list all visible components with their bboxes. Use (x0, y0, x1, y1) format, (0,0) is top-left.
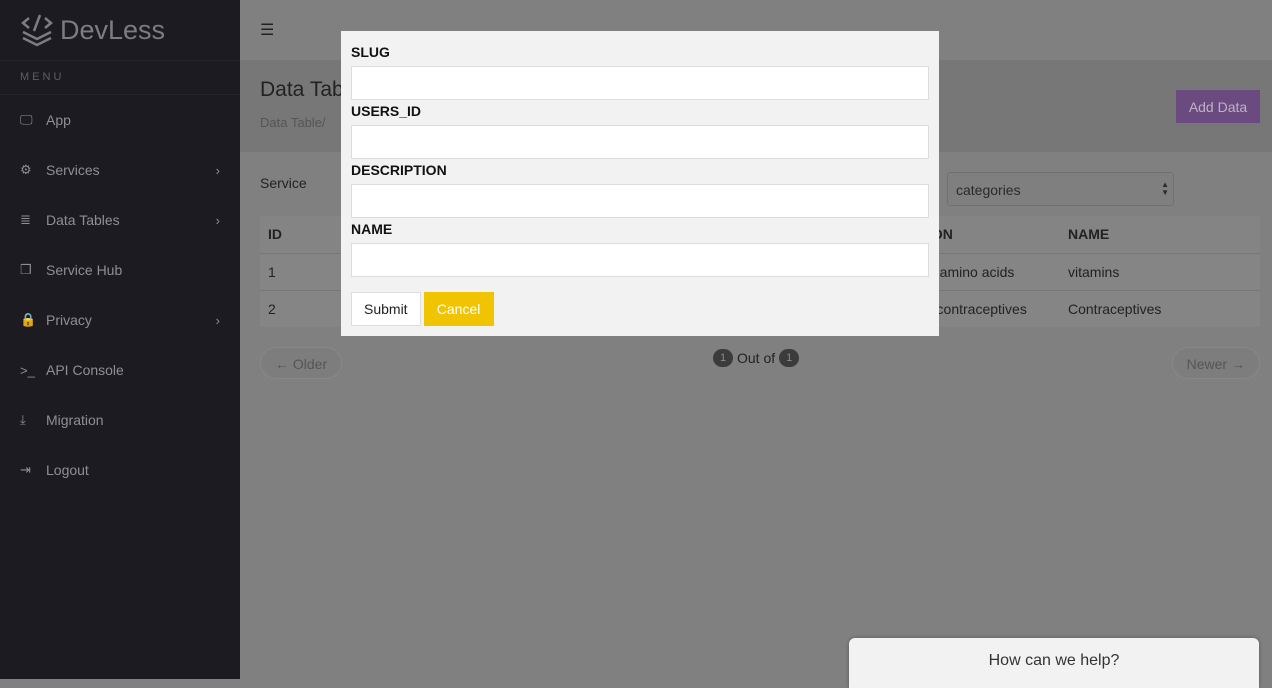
cell: r contraceptives (920, 289, 1060, 327)
out-of-label: Out of (737, 350, 776, 366)
add-data-button[interactable]: Add Data (1176, 90, 1260, 123)
monitor-icon: 🖵 (20, 112, 33, 127)
sidebar-item-label: Migration (46, 412, 104, 428)
cell: Contraceptives (1060, 289, 1260, 327)
field-label: NAME (351, 221, 393, 237)
brand-name: DevLess (60, 14, 166, 45)
users_id-field[interactable] (351, 125, 929, 159)
terminal-icon: >_ (20, 362, 35, 378)
chevron-right-icon: › (215, 212, 220, 228)
sidebar-item-label: App (46, 112, 71, 128)
database-icon: ≣ (20, 212, 31, 227)
sidebar-item-migration[interactable]: ⤓ Migration (0, 395, 240, 445)
sidebar-item-label: Privacy (46, 312, 92, 328)
older-button[interactable]: ← Older (260, 347, 343, 379)
add-data-modal: SLUG USERS_ID DESCRIPTION NAME Submit Cance… (341, 31, 939, 336)
field-label: DESCRIPTION (351, 162, 447, 178)
description-field[interactable] (351, 184, 929, 218)
sidebar-item-label: Logout (46, 462, 89, 478)
pagination-info: 1 Out of 1 (713, 349, 800, 367)
select-arrows-icon: ▲ ▼ (1161, 180, 1169, 197)
table-select[interactable]: categories ▲ ▼ (947, 172, 1174, 206)
help-widget[interactable]: How can we help? (849, 638, 1259, 688)
table-select-value: categories (956, 182, 1021, 198)
sidebar-item-label: Data Tables (46, 212, 120, 228)
breadcrumb[interactable]: Data Table/ (260, 115, 326, 130)
cell: d amino acids (920, 252, 1060, 290)
sidebar-item-api-console[interactable]: >_ API Console (0, 345, 240, 395)
name-field[interactable] (351, 243, 929, 277)
cancel-button[interactable]: Cancel (423, 292, 494, 326)
sidebar-item-app[interactable]: 🖵 App (0, 95, 240, 145)
field-label: SLUG (351, 44, 390, 60)
cubes-icon: ❒ (20, 262, 32, 277)
total-pages-badge: 1 (779, 349, 800, 367)
sidebar-item-label: Service Hub (46, 262, 123, 278)
lock-icon: 🔒 (20, 312, 37, 327)
submit-button[interactable]: Submit (351, 292, 421, 326)
download-icon: ⤓ (20, 412, 26, 427)
menu-toggle-icon[interactable]: ☰ (260, 20, 274, 40)
slug-field[interactable] (351, 66, 929, 100)
sidebar-item-privacy[interactable]: 🔒 Privacy › (0, 295, 240, 345)
service-label: Service (260, 175, 307, 191)
sidebar: DevLess MENU 🖵 App ⚙ Services › ≣ Data Tables ›… (0, 0, 240, 679)
newer-button[interactable]: Newer → (1171, 347, 1260, 379)
devless-logo-icon (21, 14, 53, 47)
menu-heading: MENU (0, 61, 240, 95)
sidebar-item-label: Services (46, 162, 100, 178)
current-page-badge: 1 (713, 349, 733, 367)
cell: vitamins (1060, 252, 1260, 290)
sidebar-item-label: API Console (46, 362, 124, 378)
chevron-right-icon: › (215, 162, 220, 178)
sign-out-icon: ⇥ (20, 462, 31, 477)
col-description: ION (920, 216, 1060, 253)
sidebar-item-service-hub[interactable]: ❒ Service Hub (0, 245, 240, 295)
cogs-icon: ⚙ (20, 162, 32, 177)
sidebar-item-services[interactable]: ⚙ Services › (0, 145, 240, 195)
logo[interactable]: DevLess (0, 0, 240, 61)
field-label: USERS_ID (351, 103, 422, 119)
sidebar-item-data-tables[interactable]: ≣ Data Tables › (0, 195, 240, 245)
col-name: NAME (1060, 216, 1260, 253)
sidebar-item-logout[interactable]: ⇥ Logout (0, 445, 240, 495)
chevron-right-icon: › (215, 312, 220, 328)
